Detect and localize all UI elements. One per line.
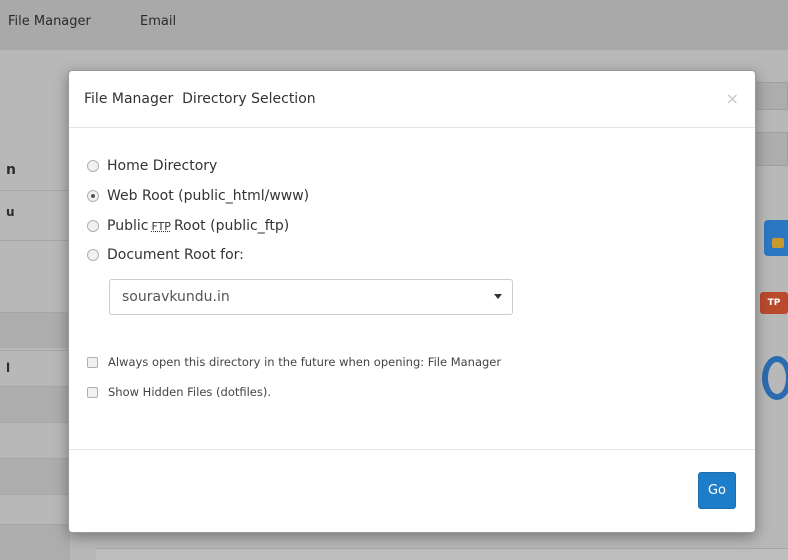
radio-button[interactable]	[87, 249, 99, 261]
sync-icon	[762, 356, 788, 400]
bg-row: u	[0, 190, 70, 226]
radio-button[interactable]	[87, 190, 99, 202]
bg-row-fragment: l	[6, 361, 11, 375]
bg-row	[0, 524, 70, 560]
bg-bar	[754, 132, 788, 166]
background-left-panel: n u l	[0, 140, 70, 560]
bg-row	[0, 386, 70, 422]
checkbox-always-open[interactable]: Always open this directory in the future…	[87, 353, 501, 371]
lock-icon	[764, 220, 788, 256]
domain-select[interactable]: souravkundu.in	[109, 279, 513, 315]
ftp-abbr: FTP	[151, 219, 171, 233]
go-button[interactable]: Go	[698, 472, 736, 509]
radio-web-root[interactable]: Web Root (public_html/www)	[87, 186, 309, 206]
domain-select-value: souravkundu.in	[122, 289, 230, 305]
radio-label: Public	[107, 218, 149, 234]
nav-email[interactable]: Email	[140, 14, 176, 29]
ftp-icon: TP	[760, 292, 788, 314]
radio-home-directory[interactable]: Home Directory	[87, 156, 217, 176]
directory-selection-modal: File Manager Directory Selection × Home …	[68, 70, 756, 533]
radio-label: Document Root for:	[107, 247, 244, 263]
top-navbar: File Manager Email	[0, 0, 788, 50]
checkbox-label: Show Hidden Files (dotfiles).	[108, 385, 272, 399]
background-right-panel: TP	[754, 80, 788, 560]
checkbox[interactable]	[87, 386, 98, 398]
radio-label: Home Directory	[107, 158, 218, 174]
bg-bar	[754, 82, 788, 110]
bg-bottom-strip	[96, 548, 788, 560]
bg-row	[0, 458, 70, 494]
radio-public-ftp-root[interactable]: Public FTP Root (public_ftp)	[87, 216, 289, 236]
bg-row	[0, 422, 70, 458]
radio-label: Web Root (public_html/www)	[107, 188, 310, 204]
checkbox-show-hidden[interactable]: Show Hidden Files (dotfiles).	[87, 383, 271, 401]
radio-document-root[interactable]: Document Root for:	[87, 245, 244, 265]
radio-button[interactable]	[87, 220, 99, 232]
checkbox[interactable]	[87, 356, 98, 368]
bg-row: l	[0, 350, 70, 386]
caret-down-icon	[494, 294, 502, 299]
radio-button[interactable]	[87, 160, 99, 172]
footer-divider	[69, 449, 755, 450]
close-icon[interactable]: ×	[726, 89, 739, 108]
radio-label: Root (public_ftp)	[173, 218, 290, 234]
checkbox-label: Always open this directory in the future…	[108, 355, 502, 369]
bg-row	[0, 312, 70, 348]
bg-row-fragment: u	[6, 205, 15, 219]
nav-file-manager[interactable]: File Manager	[8, 14, 91, 29]
modal-title: File Manager Directory Selection	[84, 91, 316, 107]
bg-heading-fragment: n	[6, 162, 16, 178]
modal-header: File Manager Directory Selection ×	[69, 71, 755, 128]
bg-row	[0, 240, 70, 276]
